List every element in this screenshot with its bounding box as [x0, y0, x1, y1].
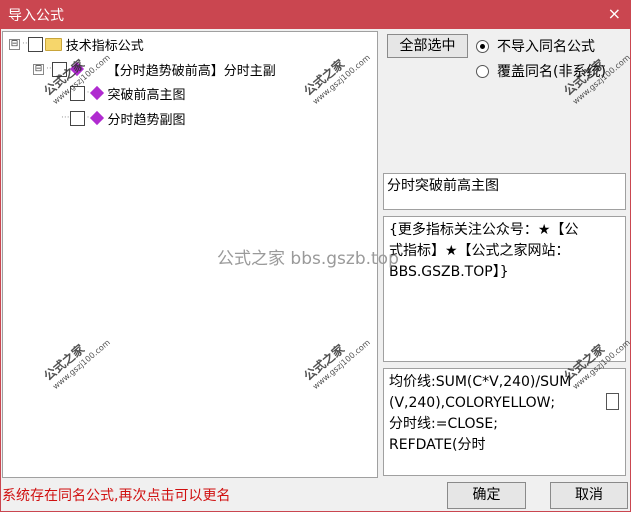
tree-child-label: 【分时趋势破前高】分时主副: [106, 63, 276, 79]
code-box[interactable]: 均价线:SUM(C*V,240)/SUM (V,240),COLORYELLOW…: [383, 368, 626, 476]
window-title: 导入公式: [8, 8, 64, 24]
item-checkbox[interactable]: [69, 110, 85, 126]
root-checkbox[interactable]: [27, 36, 43, 52]
formula-icon: [90, 85, 105, 101]
tree-node-root[interactable]: ⊟ ·· 技术指标公式: [9, 34, 144, 54]
code-line: (V,240),COLORYELLOW;: [389, 395, 556, 411]
formula-icon: [90, 110, 105, 126]
tree-item-label: 突破前高主图: [107, 87, 186, 103]
select-all-button[interactable]: 全部选中: [387, 34, 468, 58]
code-line: 分时线:=CLOSE;: [389, 416, 498, 432]
radio-label: 不导入同名公式: [497, 39, 595, 55]
status-message: 系统存在同名公式,再次点击可以更名: [2, 488, 231, 504]
collapse-icon[interactable]: ⊟: [33, 63, 44, 75]
code-box-checkbox[interactable]: [606, 393, 619, 410]
close-icon[interactable]: ×: [608, 4, 621, 23]
description-line: {更多指标关注公众号：★【公: [389, 222, 579, 238]
description-line: 式指标】★【公式之家网站：: [389, 243, 570, 259]
tree-node-item[interactable]: ··· · 分时趋势副图: [61, 108, 185, 128]
description-line: BBS.GSZB.TOP】}: [389, 264, 509, 280]
code-line: REFDATE(分时: [389, 437, 486, 453]
formula-name-text: 分时突破前高主图: [387, 178, 499, 194]
tree-item-label: 分时趋势副图: [107, 112, 186, 128]
radio-unchecked-icon[interactable]: [476, 64, 489, 78]
title-bar: 导入公式 ×: [0, 0, 631, 29]
ok-button[interactable]: 确定: [447, 482, 526, 509]
folder-icon: [44, 37, 62, 51]
watermark-large: 公式之家 bbs.gszb.top: [217, 249, 399, 269]
description-box[interactable]: {更多指标关注公众号：★【公 式指标】★【公式之家网站： BBS.GSZB.TO…: [383, 216, 626, 362]
radio-checked-icon[interactable]: [476, 39, 489, 53]
radio-skip-duplicate[interactable]: 不导入同名公式: [476, 36, 595, 56]
cancel-button[interactable]: 取消: [550, 482, 628, 509]
collapse-icon[interactable]: ⊟: [9, 38, 20, 50]
formula-name-field[interactable]: 分时突破前高主图: [383, 173, 626, 210]
